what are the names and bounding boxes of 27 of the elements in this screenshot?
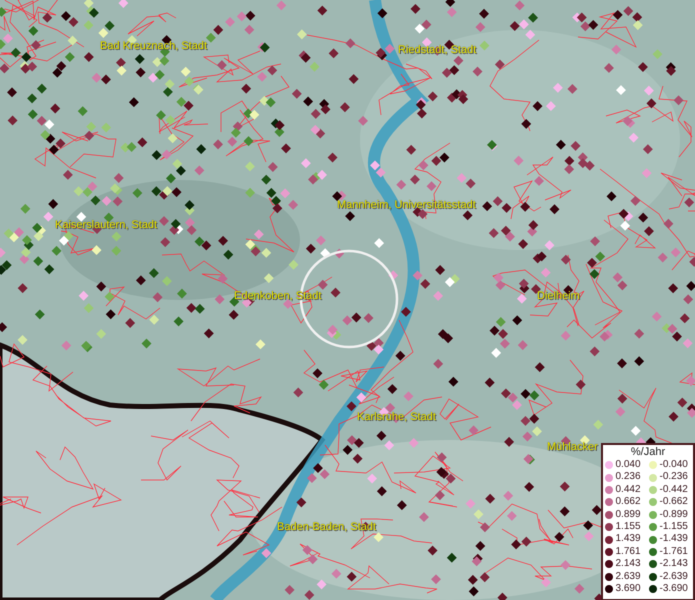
legend-value: 0.662: [616, 496, 642, 509]
legend-value: 0.442: [616, 484, 642, 496]
legend-value: 0.236: [616, 471, 642, 484]
legend-value: -1.761: [660, 546, 689, 558]
legend-value: 2.639: [616, 570, 642, 584]
place-label: Mühlacker: [547, 441, 598, 453]
legend-title: %/Jahr: [630, 446, 666, 459]
place-label: Bad Kreuznach, Stadt: [100, 40, 208, 52]
legend-value: -1.155: [660, 521, 689, 534]
legend-value: -1.439: [660, 533, 689, 546]
legend-value: -0.236: [660, 471, 689, 484]
legend-value: -3.690: [660, 583, 689, 596]
legend-value: -0.662: [660, 496, 689, 509]
legend-value: -0.899: [660, 508, 689, 522]
legend-value: 1.439: [616, 533, 642, 546]
legend-value: 1.761: [616, 546, 642, 558]
legend-value: -2.143: [660, 558, 689, 571]
legend-value: -2.639: [660, 570, 689, 584]
legend-value: 2.143: [616, 558, 642, 571]
place-label: Kaiserslautern, Stadt: [55, 219, 158, 231]
legend-value: -0.442: [660, 484, 689, 496]
place-label: Karlsruhe, Stadt: [357, 411, 436, 423]
legend-value: 1.155: [616, 521, 642, 534]
legend-value: 0.040: [616, 459, 642, 472]
legend-value: 0.899: [616, 508, 642, 522]
legend-value: -0.040: [660, 459, 689, 472]
legend-value: 3.690: [616, 583, 642, 596]
